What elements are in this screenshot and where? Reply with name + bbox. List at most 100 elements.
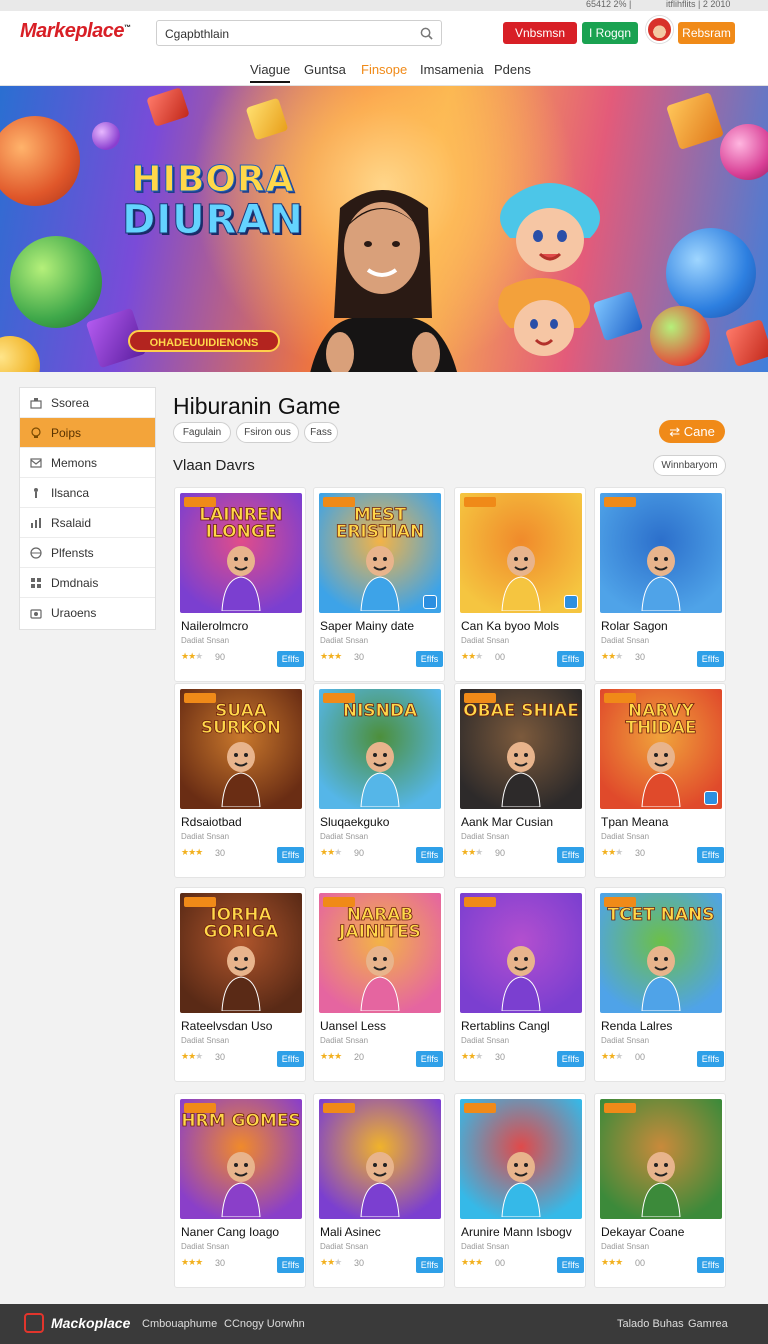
get-button[interactable]: Eflfs bbox=[277, 1051, 304, 1067]
game-card[interactable]: Rertablins Cangl Dadiat Snsan ★★★ 30 Eflfs bbox=[454, 887, 586, 1082]
game-thumbnail[interactable]: IORHA GORIGA bbox=[180, 893, 302, 1013]
game-thumbnail[interactable]: NARVY THIDAE bbox=[600, 689, 722, 809]
sidebar-item-ssorea[interactable]: Ssorea bbox=[20, 388, 155, 418]
game-title[interactable]: Renda Lalres bbox=[601, 1019, 672, 1033]
game-card[interactable]: MEST ERISTIAN Saper Mainy date Dadiat Snsa… bbox=[313, 487, 445, 682]
header-red-button[interactable]: Vnbsmsn bbox=[503, 22, 577, 44]
game-title[interactable]: Saper Mainy date bbox=[320, 619, 414, 633]
footer-link[interactable]: Talado Buhas bbox=[617, 1318, 684, 1330]
game-thumbnail[interactable]: TCET NANS bbox=[600, 893, 722, 1013]
game-card[interactable]: TCET NANS Renda Lalres Dadiat Snsan ★★★ 00 Ef… bbox=[594, 887, 726, 1082]
game-title[interactable]: Aank Mar Cusian bbox=[461, 815, 553, 829]
game-title[interactable]: Rdsaiotbad bbox=[181, 815, 242, 829]
sort-dropdown[interactable]: Winnbaryom bbox=[653, 455, 726, 476]
game-title[interactable]: Dekayar Coane bbox=[601, 1225, 684, 1239]
game-card[interactable]: Rolar Sagon Dadiat Snsan ★★★ 30 Eflfs bbox=[594, 487, 726, 682]
sidebar-item-ilsanca[interactable]: Ilsanca bbox=[20, 478, 155, 508]
rating-value: 90 bbox=[215, 652, 226, 662]
game-title[interactable]: Rertablins Cangl bbox=[461, 1019, 550, 1033]
get-button[interactable]: Eflfs bbox=[277, 847, 304, 863]
avatar[interactable] bbox=[646, 16, 673, 43]
game-card[interactable]: NARVY THIDAE Tpan Meana Dadiat Snsan ★★★ 30 E… bbox=[594, 683, 726, 878]
game-title[interactable]: Naner Cang Ioago bbox=[181, 1225, 279, 1239]
game-card[interactable]: LAINREN ILONGE Nailerolmcro Dadiat Snsan ★★… bbox=[174, 487, 306, 682]
game-card[interactable]: NISNDA Sluqaekguko Dadiat Snsan ★★★ 90 Eflfs bbox=[313, 683, 445, 878]
game-thumbnail[interactable] bbox=[460, 493, 582, 613]
get-button[interactable]: Eflfs bbox=[697, 651, 724, 667]
game-card[interactable]: Arunire Mann Isbogv Dadiat Snsan ★★★ 00 Eflf… bbox=[454, 1093, 586, 1288]
game-card[interactable]: HRM GOMES Naner Cang Ioago Dadiat Snsan ★★★… bbox=[174, 1093, 306, 1288]
get-button[interactable]: Eflfs bbox=[416, 651, 443, 667]
game-card[interactable]: SUAA SURKON Rdsaiotbad Dadiat Snsan ★★★ 30 Ef… bbox=[174, 683, 306, 878]
game-thumbnail[interactable]: NARAB JAINITES bbox=[319, 893, 441, 1013]
nav-tab-guntsa[interactable]: Guntsa bbox=[304, 61, 346, 83]
header-green-button[interactable]: I Rogqn bbox=[582, 22, 638, 44]
search-box[interactable] bbox=[156, 20, 442, 46]
get-button[interactable]: Eflfs bbox=[557, 1257, 584, 1273]
cta-button[interactable]: ⇄ Cane bbox=[659, 420, 725, 443]
get-button[interactable]: Eflfs bbox=[416, 847, 443, 863]
game-card[interactable]: Dekayar Coane Dadiat Snsan ★★★ 00 Eflfs bbox=[594, 1093, 726, 1288]
game-card[interactable]: Mali Asinec Dadiat Snsan ★★★ 30 Eflfs bbox=[313, 1093, 445, 1288]
game-title[interactable]: Tpan Meana bbox=[601, 815, 668, 829]
game-title[interactable]: Can Ka byoo Mols bbox=[461, 619, 559, 633]
nav-tab-viague[interactable]: Viague bbox=[250, 61, 291, 83]
get-button[interactable]: Eflfs bbox=[277, 651, 304, 667]
footer-logo[interactable]: Mackoplace bbox=[51, 1315, 130, 1331]
filter-chip-fsiron[interactable]: Fsiron ous bbox=[236, 422, 299, 443]
game-card[interactable]: IORHA GORIGA Rateelvsdan Uso Dadiat Snsan ★… bbox=[174, 887, 306, 1082]
sidebar-item-poips[interactable]: Poips bbox=[20, 418, 155, 448]
get-button[interactable]: Eflfs bbox=[697, 1051, 724, 1067]
nav-tab-pdens[interactable]: Pdens bbox=[494, 61, 531, 83]
game-thumbnail[interactable]: SUAA SURKON bbox=[180, 689, 302, 809]
get-button[interactable]: Eflfs bbox=[697, 1257, 724, 1273]
sidebar-item-dmdnais[interactable]: Dmdnais bbox=[20, 568, 155, 598]
game-thumbnail[interactable]: NISNDA bbox=[319, 689, 441, 809]
sidebar-item-plfensts[interactable]: Plfensts bbox=[20, 538, 155, 568]
get-button[interactable]: Eflfs bbox=[416, 1257, 443, 1273]
sidebar-item-memons[interactable]: Memons bbox=[20, 448, 155, 478]
game-thumbnail[interactable]: LAINREN ILONGE bbox=[180, 493, 302, 613]
game-title[interactable]: Rolar Sagon bbox=[601, 619, 668, 633]
game-card[interactable]: Can Ka byoo Mols Dadiat Snsan ★★★ 00 Eflfs bbox=[454, 487, 586, 682]
game-title[interactable]: Rateelvsdan Uso bbox=[181, 1019, 272, 1033]
game-title[interactable]: Sluqaekguko bbox=[320, 815, 389, 829]
game-card[interactable]: NARAB JAINITES Uansel Less Dadiat Snsan ★★★… bbox=[313, 887, 445, 1082]
get-button[interactable]: Eflfs bbox=[416, 1051, 443, 1067]
game-thumbnail[interactable] bbox=[600, 493, 722, 613]
get-button[interactable]: Eflfs bbox=[557, 847, 584, 863]
game-thumbnail[interactable]: HRM GOMES bbox=[180, 1099, 302, 1219]
thumbnail-badge bbox=[604, 497, 636, 507]
game-title[interactable]: Arunire Mann Isbogv bbox=[461, 1225, 572, 1239]
hero-title: HIBORA DIURAN bbox=[118, 161, 308, 241]
footer-link[interactable]: Gamrea bbox=[688, 1318, 728, 1330]
nav-tab-finsope[interactable]: Finsope bbox=[361, 61, 407, 83]
filter-chip-fass[interactable]: Fass bbox=[304, 422, 338, 443]
hero-banner[interactable]: HIBORA DIURAN OHADEUUIDIENONS bbox=[0, 86, 768, 372]
thumbnail-character bbox=[360, 546, 400, 611]
footer-link[interactable]: Cmbouaphume bbox=[142, 1318, 217, 1330]
get-button[interactable]: Eflfs bbox=[557, 651, 584, 667]
search-icon[interactable] bbox=[420, 27, 433, 40]
site-logo[interactable]: Markeplace™ bbox=[20, 20, 131, 43]
footer-link[interactable]: CCnogy Uorwhn bbox=[224, 1318, 305, 1330]
nav-tab-imsamenia[interactable]: Imsamenia bbox=[420, 61, 484, 83]
game-thumbnail[interactable] bbox=[460, 893, 582, 1013]
header-orange-button[interactable]: Rebsram bbox=[678, 22, 735, 44]
game-thumbnail[interactable] bbox=[600, 1099, 722, 1219]
get-button[interactable]: Eflfs bbox=[697, 847, 724, 863]
game-card[interactable]: OBAE SHIAE Aank Mar Cusian Dadiat Snsan ★★★… bbox=[454, 683, 586, 878]
search-input[interactable] bbox=[165, 25, 405, 42]
sidebar-item-rsalaid[interactable]: Rsalaid bbox=[20, 508, 155, 538]
filter-chip-fagulain[interactable]: Fagulain bbox=[173, 422, 231, 443]
game-thumbnail[interactable] bbox=[460, 1099, 582, 1219]
game-thumbnail[interactable] bbox=[319, 1099, 441, 1219]
game-title[interactable]: Nailerolmcro bbox=[181, 619, 248, 633]
game-title[interactable]: Uansel Less bbox=[320, 1019, 386, 1033]
game-title[interactable]: Mali Asinec bbox=[320, 1225, 381, 1239]
game-thumbnail[interactable]: OBAE SHIAE bbox=[460, 689, 582, 809]
get-button[interactable]: Eflfs bbox=[557, 1051, 584, 1067]
get-button[interactable]: Eflfs bbox=[277, 1257, 304, 1273]
sidebar-item-uraoens[interactable]: Uraoens bbox=[20, 598, 155, 628]
game-thumbnail[interactable]: MEST ERISTIAN bbox=[319, 493, 441, 613]
